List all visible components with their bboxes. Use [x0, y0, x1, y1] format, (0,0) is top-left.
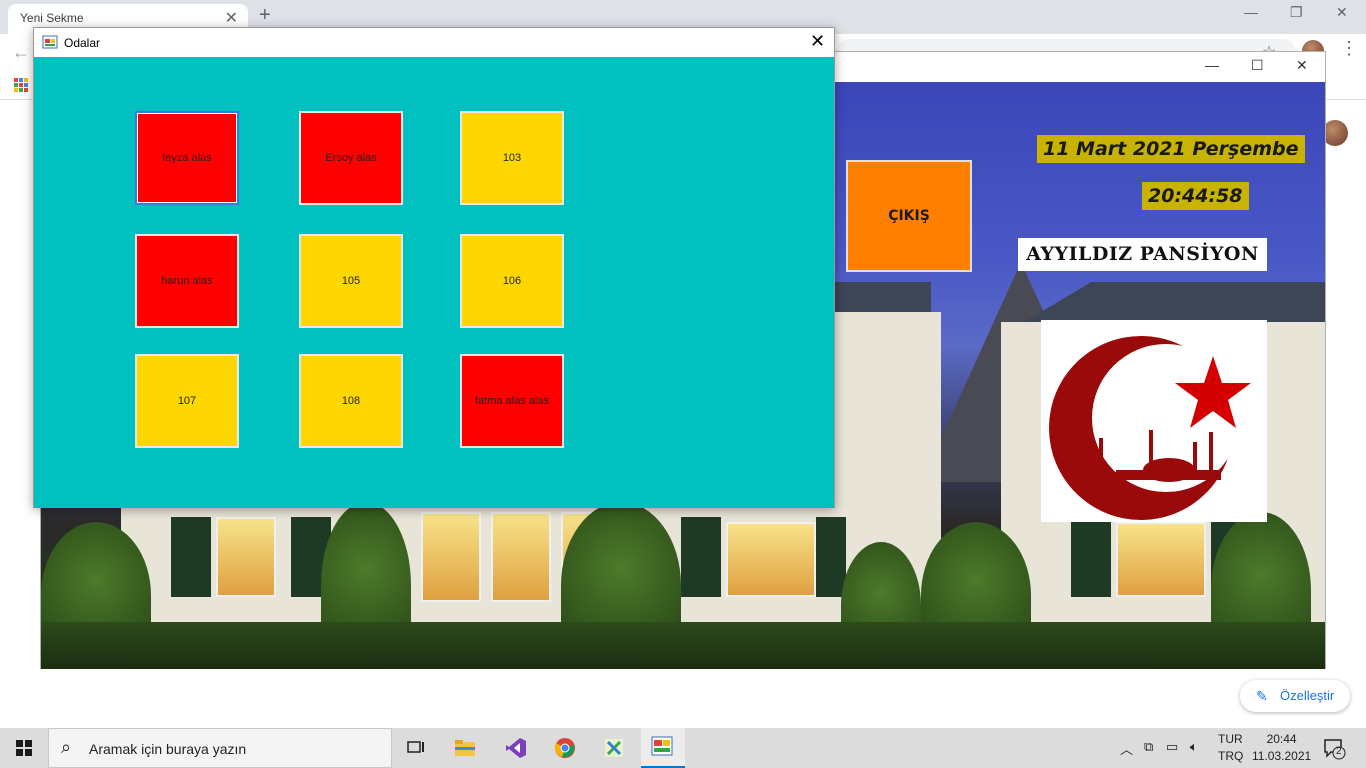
room-button[interactable]: 105: [299, 234, 403, 328]
new-tab-button[interactable]: +: [259, 4, 271, 27]
clock-time: 20:44: [1266, 732, 1297, 746]
app-maximize-button[interactable]: ☐: [1251, 57, 1264, 74]
room-button[interactable]: fatma alas alas: [460, 354, 564, 448]
rooms-panel: feyza alas Ersoy alas 103 harun alas 105…: [34, 57, 834, 508]
pencil-icon: ✎: [1256, 688, 1268, 704]
taskbar-search-input[interactable]: ⌕ Aramak için buraya yazın: [48, 728, 392, 768]
network-icon[interactable]: ⧉: [1144, 739, 1153, 755]
file-explorer-icon[interactable]: [451, 734, 479, 762]
form-app-icon: [651, 736, 673, 761]
form-icon: [42, 34, 58, 50]
brand-title: AYYILDIZ PANSİYON: [1018, 238, 1267, 271]
tools-app-icon[interactable]: [600, 734, 628, 762]
battery-icon[interactable]: ▭: [1166, 739, 1178, 755]
visual-studio-icon[interactable]: [502, 734, 530, 762]
tab-title: Yeni Sekme: [20, 11, 84, 25]
chevron-up-icon[interactable]: ︿: [1120, 739, 1133, 758]
active-app-indicator[interactable]: [641, 728, 685, 768]
room-button[interactable]: feyza alas: [135, 111, 239, 205]
room-button[interactable]: 107: [135, 354, 239, 448]
menu-dots-icon[interactable]: ⋮: [1340, 38, 1358, 59]
customize-button[interactable]: ✎ Özelleştir: [1240, 680, 1350, 712]
notification-count: 2: [1336, 746, 1342, 757]
room-button[interactable]: 106: [460, 234, 564, 328]
dialog-close-button[interactable]: ✕: [810, 31, 825, 52]
crescent-star-logo: [1041, 320, 1267, 522]
search-icon: ⌕: [61, 737, 72, 757]
language-code: TUR: [1218, 732, 1243, 746]
browser-close-button[interactable]: ✕: [1336, 4, 1348, 21]
clock-date: 11.03.2021: [1252, 749, 1312, 763]
search-placeholder: Aramak için buraya yazın: [89, 741, 247, 757]
taskbar-clock[interactable]: 20:44 11.03.2021: [1252, 731, 1311, 765]
task-view-icon[interactable]: [402, 734, 430, 762]
windows-start-icon[interactable]: [16, 740, 32, 756]
app-minimize-button[interactable]: —: [1205, 57, 1219, 73]
apps-grid-icon[interactable]: [14, 78, 28, 92]
rooms-dialog: Odalar ✕ feyza alas Ersoy alas 103 harun…: [33, 27, 835, 508]
tab-close-icon[interactable]: ✕: [225, 8, 238, 28]
room-button[interactable]: harun alas: [135, 234, 239, 328]
language-indicator[interactable]: TUR TRQ: [1218, 731, 1243, 765]
browser-restore-button[interactable]: ❐: [1290, 4, 1303, 21]
browser-minimize-button[interactable]: —: [1244, 4, 1258, 20]
app-close-button[interactable]: ✕: [1296, 57, 1308, 74]
chrome-icon[interactable]: [551, 734, 579, 762]
date-label: 11 Mart 2021 Perşembe: [1037, 135, 1305, 163]
keyboard-layout: TRQ: [1218, 749, 1244, 763]
volume-icon[interactable]: 🔈︎: [1190, 739, 1198, 755]
windows-taskbar: ⌕ Aramak için buraya yazın ︿ ⧉ ▭ 🔈︎ TUR …: [0, 728, 1366, 768]
back-arrow-icon[interactable]: ←: [12, 42, 30, 63]
time-label: 20:44:58: [1142, 182, 1249, 210]
exit-button[interactable]: ÇIKIŞ: [846, 160, 972, 272]
customize-label: Özelleştir: [1280, 688, 1335, 703]
room-button[interactable]: 108: [299, 354, 403, 448]
room-button[interactable]: Ersoy alas: [299, 111, 403, 205]
dialog-titlebar: Odalar ✕: [34, 28, 834, 57]
dialog-title: Odalar: [64, 36, 101, 50]
room-button[interactable]: 103: [460, 111, 564, 205]
notification-center-icon[interactable]: 2: [1322, 736, 1346, 760]
